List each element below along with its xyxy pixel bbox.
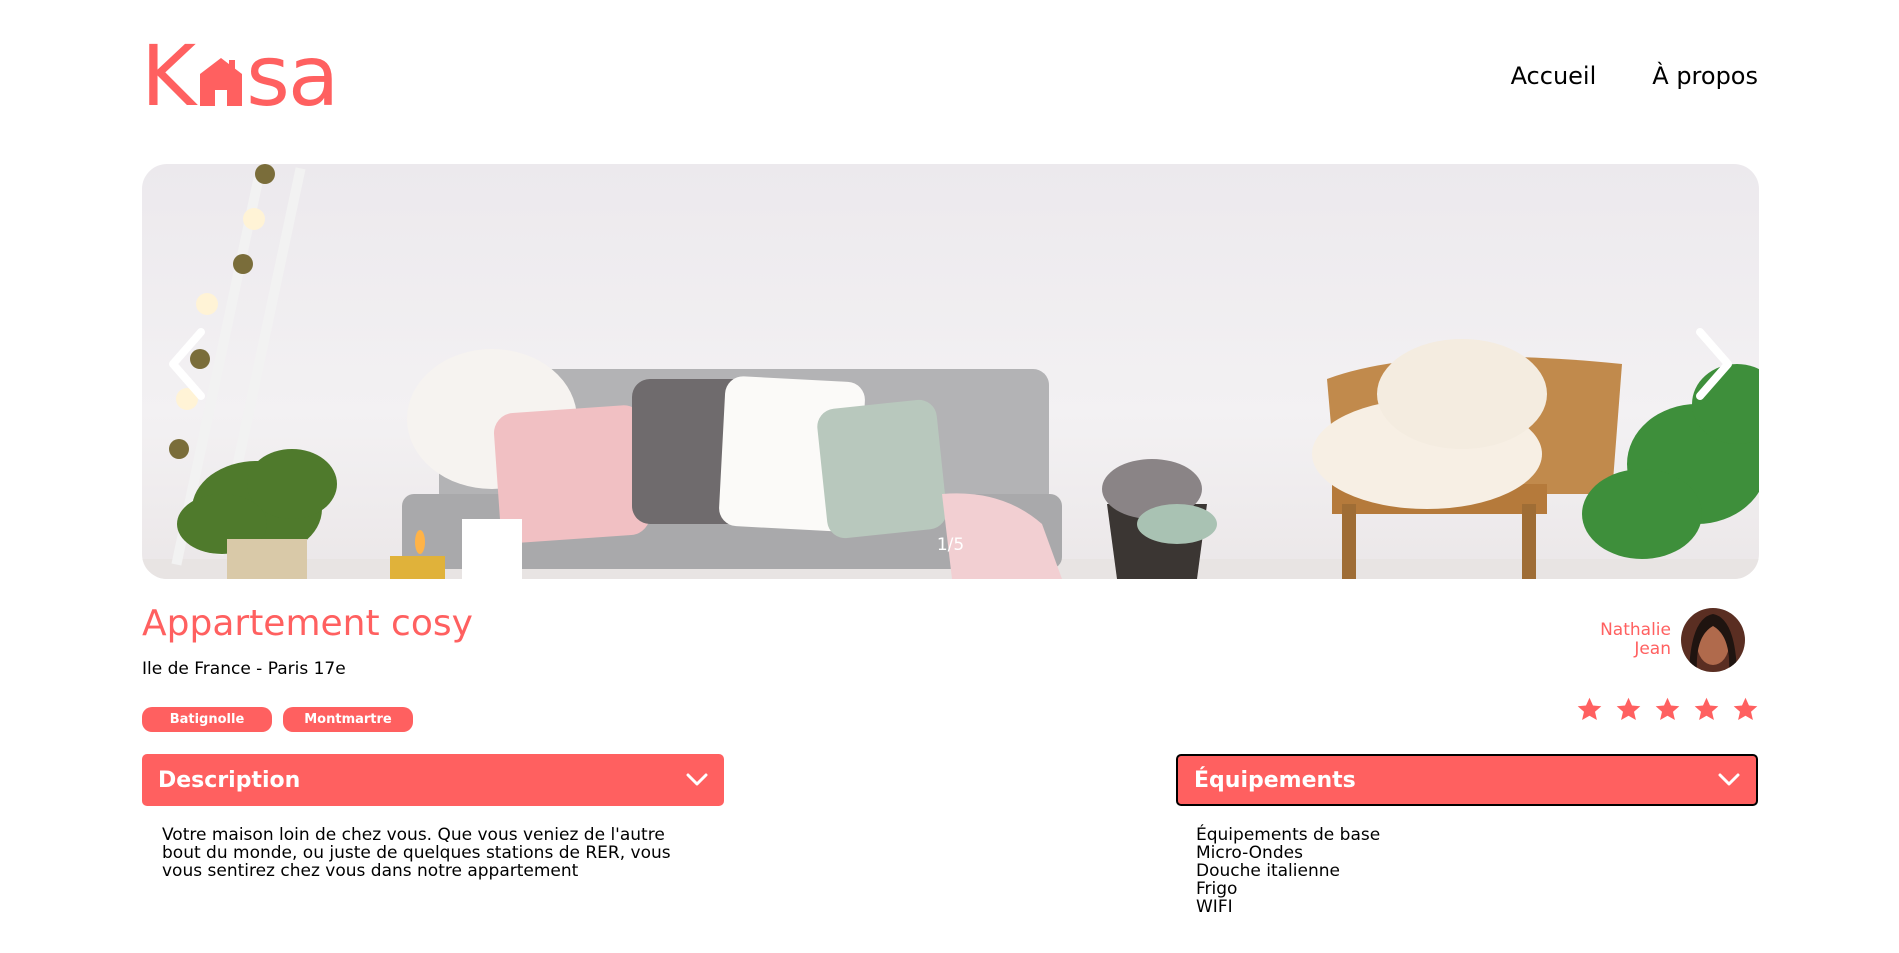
list-item: Frigo	[1196, 879, 1238, 899]
list-item: WIFI	[1196, 897, 1233, 917]
list-item: Micro-Ondes	[1196, 843, 1303, 863]
description-title: Description	[158, 767, 301, 793]
star-icon	[1694, 697, 1719, 720]
equipment-list: Équipements de base Micro-Ondes Douche i…	[1196, 826, 1738, 916]
description-header[interactable]: Description	[142, 754, 724, 806]
tag-list: Batignolle Montmartre	[142, 707, 413, 732]
host-last-name: Jean	[1634, 639, 1671, 659]
tag: Batignolle	[142, 707, 272, 732]
listing-photo	[142, 164, 1759, 579]
list-item: Douche italienne	[1196, 861, 1340, 881]
host-name: Nathalie Jean	[1600, 621, 1671, 659]
host-first-name: Nathalie	[1600, 620, 1671, 640]
description-text: Votre maison loin de chez vous. Que vous…	[162, 825, 671, 881]
description-collapse: Description Votre maison loin de chez vo…	[142, 754, 724, 880]
list-item: Équipements de base	[1196, 825, 1381, 845]
equipments-collapse: Équipements Équipements de base Micro-On…	[1176, 754, 1758, 916]
listing-title: Appartement cosy	[142, 603, 473, 644]
main-nav: Accueil À propos	[1511, 62, 1758, 90]
logo-letters-sa: sa	[246, 27, 339, 125]
host-info: Nathalie Jean	[1600, 608, 1745, 672]
chevron-left-icon[interactable]	[157, 324, 217, 404]
tag: Montmartre	[283, 707, 413, 732]
avatar	[1681, 608, 1745, 672]
nav-link-a-propos[interactable]: À propos	[1652, 62, 1758, 90]
house-logo-icon	[200, 58, 243, 106]
equipments-header[interactable]: Équipements	[1176, 754, 1758, 806]
kasa-logo[interactable]: K sa	[141, 27, 356, 125]
nav-link-accueil[interactable]: Accueil	[1511, 62, 1597, 90]
equipments-body: Équipements de base Micro-Ondes Douche i…	[1176, 806, 1758, 916]
chevron-down-icon[interactable]	[1718, 773, 1740, 787]
star-icon	[1577, 697, 1602, 720]
equipments-title: Équipements	[1194, 767, 1356, 793]
star-icon	[1655, 697, 1680, 720]
chevron-down-icon[interactable]	[686, 773, 708, 787]
description-body: Votre maison loin de chez vous. Que vous…	[142, 806, 724, 880]
chevron-right-icon[interactable]	[1684, 324, 1744, 404]
listing-location: Ile de France - Paris 17e	[142, 659, 346, 679]
slide-counter: 1/5	[936, 535, 965, 555]
star-icon	[1733, 697, 1758, 720]
logo-letter-k: K	[141, 27, 196, 125]
image-carousel: 1/5	[142, 164, 1759, 579]
star-icon	[1616, 697, 1641, 720]
rating-stars	[1576, 696, 1759, 723]
